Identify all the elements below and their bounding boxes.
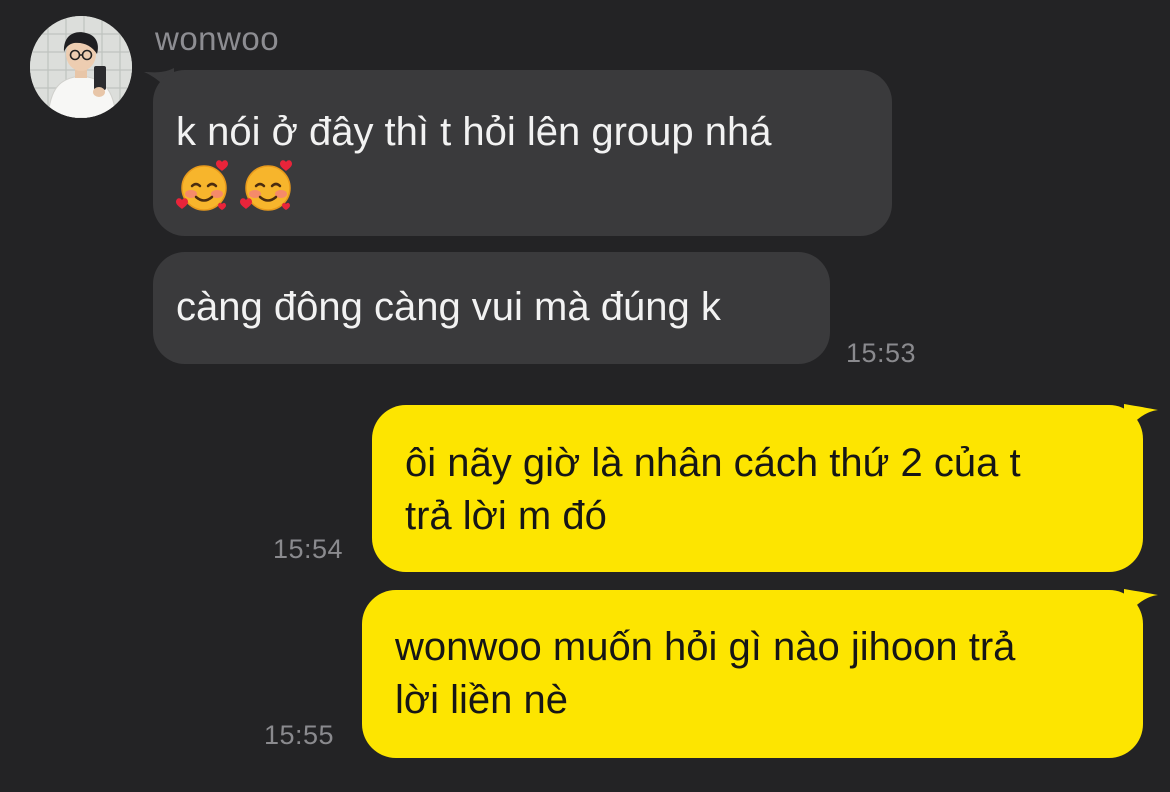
message-line: ôi nãy giờ là nhân cách thứ 2 của t (405, 441, 1021, 485)
message-line: trả lời m đó (405, 494, 607, 538)
message-timestamp: 15:53 (846, 338, 917, 368)
message-text: càng đông càng vui mà đúng k (176, 285, 721, 329)
chat-screen: wonwoo k nói ở đây thì t hỏi lên group n… (0, 0, 1170, 792)
avatar-photo-icon (30, 16, 132, 118)
message-line: wonwoo muốn hỏi gì nào jihoon trả (395, 625, 1016, 669)
message-line: lời liền nè (395, 678, 568, 722)
sender-name: wonwoo (155, 20, 280, 57)
message-timestamp: 15:55 (264, 720, 335, 750)
emoji-row (176, 159, 868, 212)
message-bubble-outgoing[interactable]: ôi nãy giờ là nhân cách thứ 2 của t trả … (372, 405, 1143, 572)
message-text: k nói ở đây thì t hỏi lên group nhá (176, 110, 772, 154)
message-bubble-outgoing[interactable]: wonwoo muốn hỏi gì nào jihoon trả lời li… (362, 590, 1143, 758)
smiling-face-with-hearts-emoji (240, 159, 292, 211)
message-bubble-incoming[interactable]: càng đông càng vui mà đúng k (153, 252, 830, 364)
contact-avatar[interactable] (30, 16, 132, 118)
smiling-face-with-hearts-emoji (176, 159, 228, 211)
message-bubble-incoming[interactable]: k nói ở đây thì t hỏi lên group nhá (153, 70, 892, 236)
message-timestamp: 15:54 (273, 534, 344, 564)
